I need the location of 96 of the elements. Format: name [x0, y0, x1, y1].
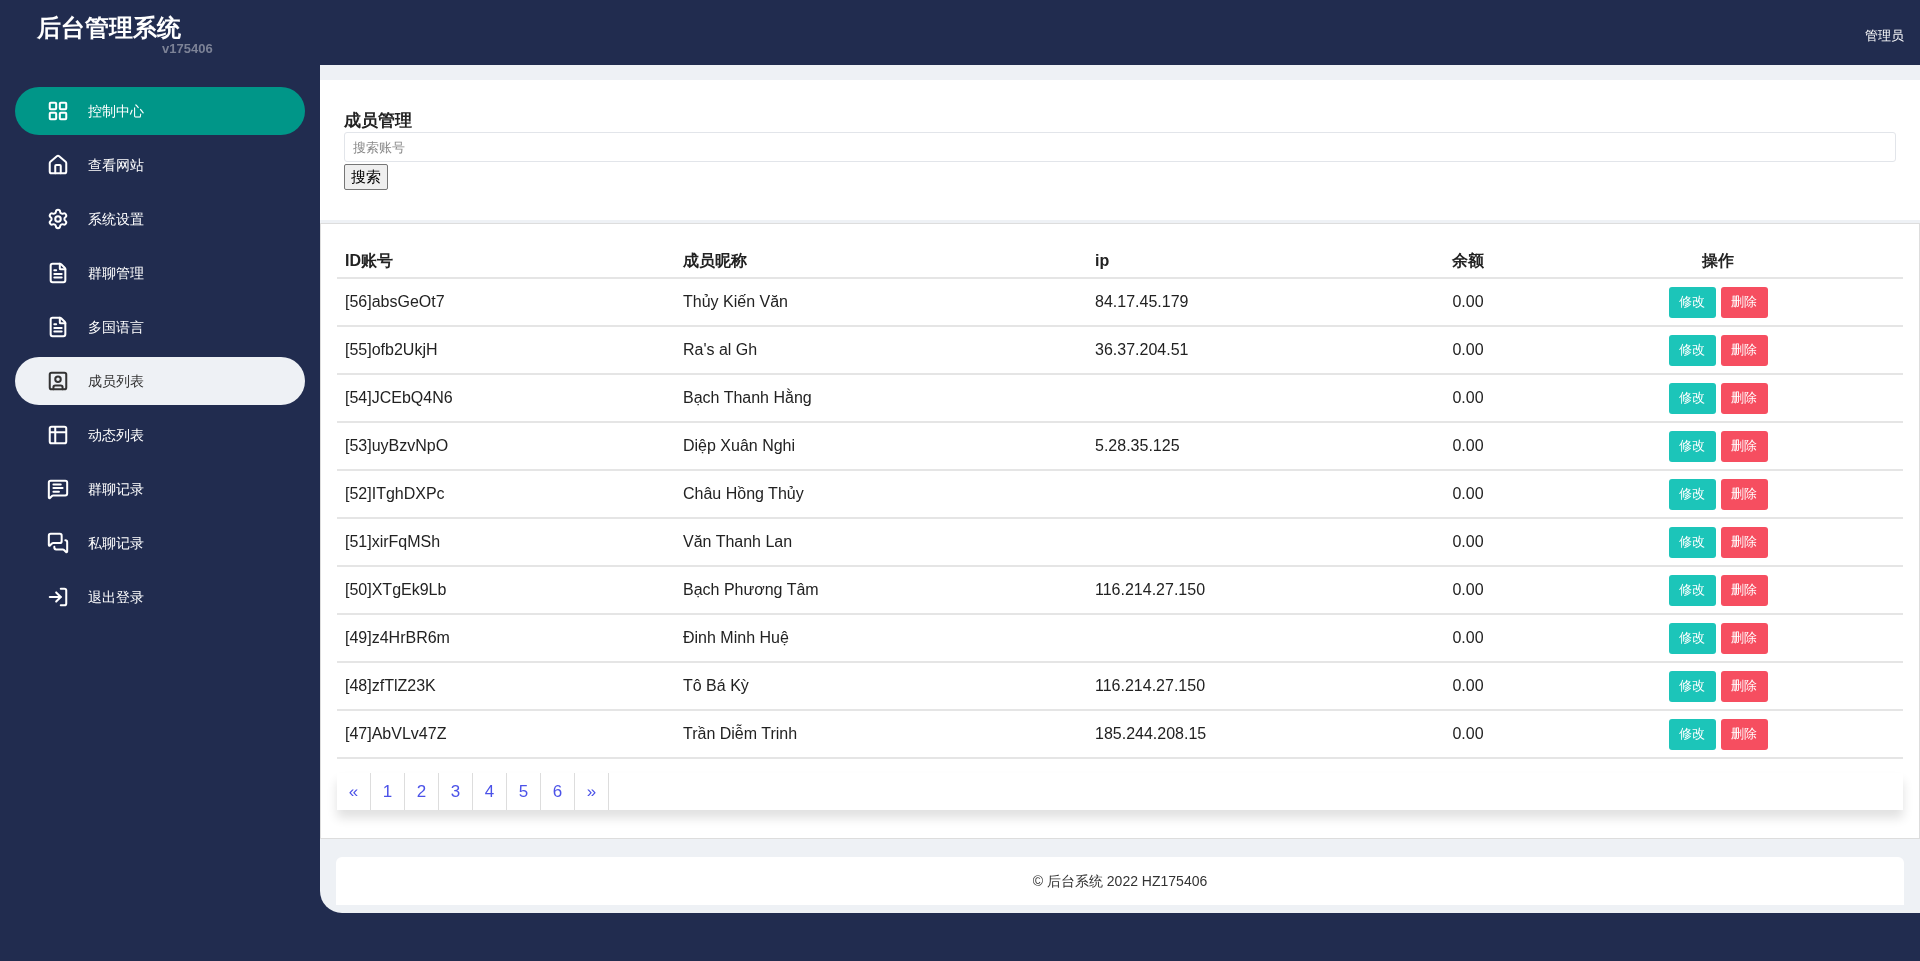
table-cell: Tô Bá Kỳ [683, 662, 1095, 710]
table-cell: 0.00 [1403, 278, 1533, 326]
app-title: 后台管理系统 [37, 16, 182, 40]
table-cell: Ra's al Gh [683, 326, 1095, 374]
table-cell: [48]zfTlZ23K [337, 662, 683, 710]
table-cell: 0.00 [1403, 470, 1533, 518]
delete-button[interactable]: 删除 [1720, 430, 1768, 462]
delete-button[interactable]: 删除 [1720, 718, 1768, 750]
document-icon [47, 316, 69, 338]
page-link[interactable]: « [337, 773, 371, 810]
edit-button[interactable]: 修改 [1668, 718, 1716, 750]
table-cell: Đinh Minh Huệ [683, 614, 1095, 662]
home-icon [47, 154, 69, 176]
table-cell: Châu Hồng Thủy [683, 470, 1095, 518]
edit-button[interactable]: 修改 [1668, 574, 1716, 606]
table-cell: [49]z4HrBR6m [337, 614, 683, 662]
column-header: 余额 [1403, 244, 1533, 278]
sidebar-item[interactable]: 多国语言 [15, 303, 305, 351]
sidebar-item[interactable]: 查看网站 [15, 141, 305, 189]
table-cell: [54]JCEbQ4N6 [337, 374, 683, 422]
table-cell: 0.00 [1403, 710, 1533, 758]
table-icon [47, 424, 69, 446]
table-cell: [56]absGeOt7 [337, 278, 683, 326]
user-label[interactable]: 管理员 [1865, 26, 1904, 46]
column-header: ip [1095, 244, 1403, 278]
table-cell: 84.17.45.179 [1095, 278, 1403, 326]
table-cell: [53]uyBzvNpO [337, 422, 683, 470]
grid-icon [47, 100, 69, 122]
sidebar-item[interactable]: 系统设置 [15, 195, 305, 243]
delete-button[interactable]: 删除 [1720, 478, 1768, 510]
table-cell: [50]XTgEk9Lb [337, 566, 683, 614]
delete-button[interactable]: 删除 [1720, 334, 1768, 366]
table-cell: 5.28.35.125 [1095, 422, 1403, 470]
page-link[interactable]: 1 [371, 773, 405, 810]
delete-button[interactable]: 删除 [1720, 622, 1768, 654]
page-link[interactable]: 3 [439, 773, 473, 810]
document-icon [47, 262, 69, 284]
table-cell: 0.00 [1403, 566, 1533, 614]
table-cell: [55]ofb2UkjH [337, 326, 683, 374]
table-cell: Bạch Thanh Hằng [683, 374, 1095, 422]
contact-card-icon [47, 370, 69, 392]
edit-button[interactable]: 修改 [1668, 526, 1716, 558]
page-link[interactable]: 4 [473, 773, 507, 810]
table-cell: 0.00 [1403, 374, 1533, 422]
edit-button[interactable]: 修改 [1668, 286, 1716, 318]
delete-button[interactable]: 删除 [1720, 526, 1768, 558]
page-link[interactable]: 5 [507, 773, 541, 810]
copyright-text: © 后台系统 2022 HZ175406 [1032, 871, 1208, 891]
table-cell: [52]ITghDXPc [337, 470, 683, 518]
column-header: 成员昵称 [683, 244, 1095, 278]
edit-button[interactable]: 修改 [1668, 670, 1716, 702]
column-header: 操作 [1533, 244, 1903, 278]
table-cell: 116.214.27.150 [1095, 662, 1403, 710]
table-cell: Văn Thanh Lan [683, 518, 1095, 566]
table-cell: 0.00 [1403, 422, 1533, 470]
version-label: v175406 [162, 42, 213, 55]
table-cell: 36.37.204.51 [1095, 326, 1403, 374]
sidebar-item[interactable]: 私聊记录 [15, 519, 305, 567]
table-cell: [51]xirFqMSh [337, 518, 683, 566]
table-cell: 116.214.27.150 [1095, 566, 1403, 614]
table-cell: 0.00 [1403, 518, 1533, 566]
search-field[interactable]: 搜索账号 [344, 132, 1896, 162]
settings-icon [47, 208, 69, 230]
edit-button[interactable]: 修改 [1668, 382, 1716, 414]
chat-bubbles-icon [47, 532, 69, 554]
delete-button[interactable]: 删除 [1720, 574, 1768, 606]
edit-button[interactable]: 修改 [1668, 334, 1716, 366]
table-cell: Thủy Kiến Văn [683, 278, 1095, 326]
delete-button[interactable]: 删除 [1720, 382, 1768, 414]
delete-button[interactable]: 删除 [1720, 670, 1768, 702]
table-cell: Trần Diễm Trinh [683, 710, 1095, 758]
edit-button[interactable]: 修改 [1668, 622, 1716, 654]
table-cell: Bạch Phương Tâm [683, 566, 1095, 614]
sidebar-item[interactable]: 动态列表 [15, 411, 305, 459]
sidebar-item[interactable]: 退出登录 [15, 573, 305, 621]
sidebar-item[interactable]: 控制中心 [15, 87, 305, 135]
delete-button[interactable]: 删除 [1720, 286, 1768, 318]
column-header: ID账号 [337, 244, 683, 278]
sidebar-item[interactable]: 群聊记录 [15, 465, 305, 513]
section-title: 成员管理 [344, 110, 412, 132]
sidebar-item[interactable]: 成员列表 [15, 357, 305, 405]
page-link[interactable]: » [575, 773, 609, 810]
edit-button[interactable]: 修改 [1668, 478, 1716, 510]
page-link[interactable]: 6 [541, 773, 575, 810]
table-cell: Diệp Xuân Nghi [683, 422, 1095, 470]
chat-bubble-icon [47, 478, 69, 500]
table-cell: 185.244.208.15 [1095, 710, 1403, 758]
table-cell: 0.00 [1403, 326, 1533, 374]
search-button[interactable]: 搜索 [344, 164, 388, 190]
table-cell: [47]AbVLv47Z [337, 710, 683, 758]
page-link[interactable]: 2 [405, 773, 439, 810]
logout-icon [47, 586, 69, 608]
table-cell: 0.00 [1403, 614, 1533, 662]
table-cell: 0.00 [1403, 662, 1533, 710]
sidebar-item[interactable]: 群聊管理 [15, 249, 305, 297]
edit-button[interactable]: 修改 [1668, 430, 1716, 462]
